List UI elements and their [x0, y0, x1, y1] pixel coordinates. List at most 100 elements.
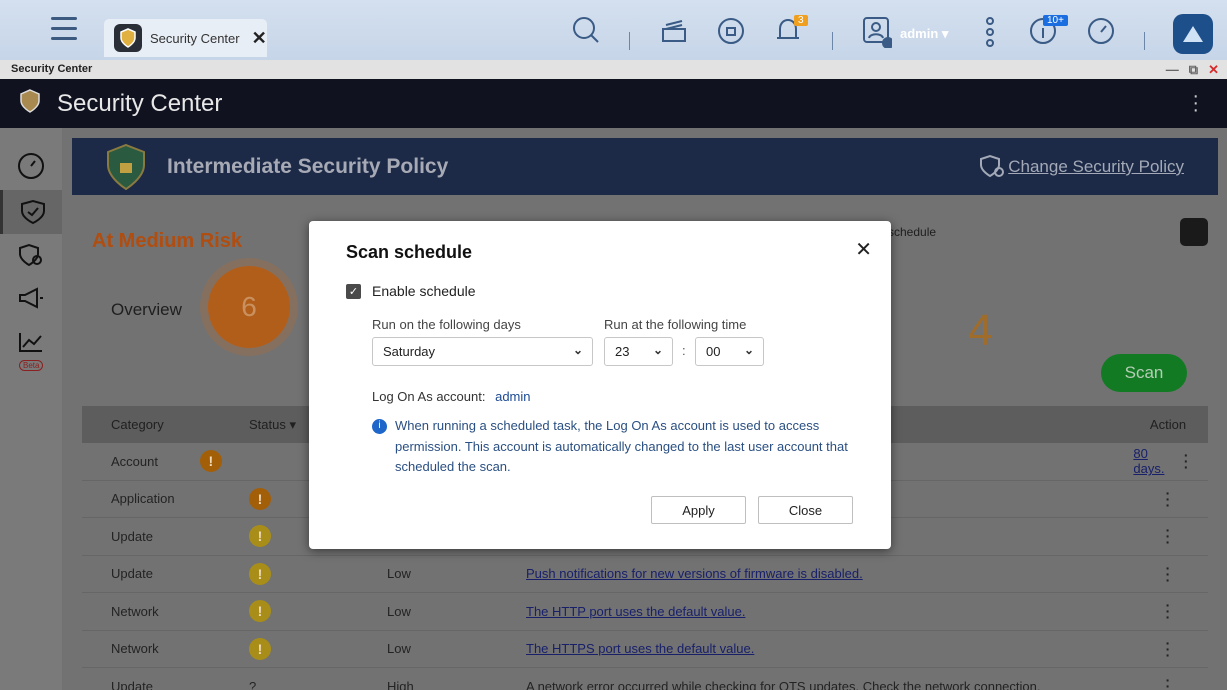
days-label: Run on the following days [372, 317, 521, 332]
row-category: Account [111, 453, 158, 469]
user-menu[interactable]: admin ▾ [900, 26, 948, 42]
sidebar-item-security-settings[interactable] [0, 234, 62, 278]
gauge-icon [18, 153, 44, 179]
row-description-link[interactable]: 80 days. [1133, 446, 1164, 476]
warning-icon: ! [249, 637, 271, 660]
row-action-menu-icon[interactable]: ··· [1128, 673, 1208, 690]
policy-name: Intermediate Security Policy [167, 154, 449, 178]
tab-close-icon[interactable]: ✕ [252, 28, 267, 49]
header-action: Action [1149, 417, 1187, 432]
row-category: Update [111, 528, 153, 544]
row-description-link[interactable]: Push notifications for new versions of f… [526, 566, 863, 581]
app-title: Security Center [57, 89, 223, 117]
row-category: Update [111, 566, 153, 582]
info-icon: i [372, 419, 387, 434]
row-action-menu-icon[interactable]: ··· [1128, 561, 1208, 587]
row-category: Application [111, 491, 175, 507]
more-options-icon[interactable] [984, 16, 996, 53]
row-action-menu-icon[interactable]: ··· [1164, 448, 1208, 474]
minute-select[interactable]: 00 ⌄ [695, 337, 764, 366]
warning-icon: ! [249, 525, 271, 548]
security-policy-banner: Intermediate Security Policy Change Secu… [72, 138, 1218, 195]
line-chart-icon [19, 333, 42, 352]
sidebar: Beta [0, 128, 62, 690]
security-center-app-icon [114, 24, 142, 52]
sidebar-item-reports[interactable] [0, 320, 62, 364]
day-select[interactable]: Saturday ⌄ [372, 337, 593, 366]
day-select-value: Saturday [383, 344, 436, 359]
chevron-down-icon: ⌄ [572, 343, 583, 357]
dialog-close-icon[interactable]: ✕ [855, 237, 872, 262]
row-description-link[interactable]: The HTTPS port uses the default value. [526, 641, 754, 656]
scan-button[interactable]: Scan [1101, 354, 1187, 392]
row-description-link[interactable]: The HTTP port uses the default value. [526, 604, 745, 619]
enable-schedule-label: Enable schedule [372, 283, 476, 299]
row-severity: Low [387, 603, 411, 619]
overview-label: Overview [111, 300, 182, 319]
main-menu-icon[interactable] [51, 17, 77, 45]
header-category: Category [111, 417, 164, 432]
search-icon[interactable] [572, 16, 600, 49]
warning-icon: ! [249, 600, 271, 623]
enable-schedule-checkbox[interactable]: ✓ Enable schedule [346, 283, 476, 299]
maximize-icon[interactable]: ⧉ [1189, 60, 1198, 79]
update-count-badge: 10+ [1043, 15, 1068, 26]
close-button[interactable]: Close [758, 496, 853, 524]
app-menu-icon[interactable]: · · · [1192, 86, 1199, 120]
row-action-menu-icon[interactable]: ··· [1128, 486, 1208, 512]
change-security-policy-link[interactable]: Change Security Policy [1008, 157, 1184, 177]
warning-icon: ! [249, 487, 271, 510]
divider [1144, 32, 1145, 50]
risk-level: At Medium Risk [92, 230, 243, 252]
secondary-count: 4 [968, 306, 993, 355]
chevron-down-icon: ⌄ [743, 343, 754, 357]
logon-account-row: Log On As account: admin [372, 389, 531, 404]
sidebar-item-notifications[interactable] [0, 276, 62, 320]
user-name: admin [900, 26, 939, 41]
minute-select-value: 00 [706, 344, 721, 359]
row-severity: High [387, 678, 414, 690]
hour-select-value: 23 [615, 344, 630, 359]
time-label: Run at the following time [604, 317, 747, 332]
table-row: Update! Low Push notifications for new ver… [82, 556, 1208, 593]
row-action-menu-icon[interactable]: ··· [1128, 523, 1208, 549]
notification-count-badge: 3 [794, 15, 808, 26]
status-loading-icon: ? [249, 678, 257, 690]
background-tasks-icon[interactable] [660, 16, 688, 49]
sync-icon[interactable] [716, 16, 746, 51]
divider [832, 32, 833, 50]
resource-monitor-icon[interactable] [1086, 16, 1116, 51]
nas-logo-icon[interactable] [1173, 14, 1213, 54]
sidebar-item-overview[interactable] [0, 144, 62, 188]
time-separator: : [682, 343, 686, 358]
row-category: Network [111, 641, 159, 657]
scan-schedule-dialog: Scan schedule ✕ ✓ Enable schedule Run on… [309, 221, 891, 549]
os-taskbar: Security Center ✕ 3 admin ▾ 10+ [0, 0, 1227, 60]
row-action-menu-icon[interactable]: ··· [1128, 598, 1208, 624]
user-icon[interactable] [862, 16, 894, 53]
beta-badge: Beta [19, 360, 44, 371]
logon-label: Log On As account: [372, 389, 486, 404]
window-title: Security Center [11, 63, 93, 75]
checkbox-checked-icon: ✓ [346, 283, 361, 299]
info-note: i When running a scheduled task, the Log… [372, 416, 852, 478]
apply-button[interactable]: Apply [651, 496, 746, 524]
security-center-logo-icon [19, 89, 41, 118]
warning-icon: ! [249, 562, 271, 585]
taskbar-tab-security-center[interactable]: Security Center ✕ [104, 19, 267, 57]
edit-schedule-button[interactable] [1180, 218, 1208, 246]
hour-select[interactable]: 23 ⌄ [604, 337, 673, 366]
shield-check-icon [20, 199, 45, 225]
warning-icon: ! [199, 450, 222, 473]
window-title-bar: Security Center — ⧉ ✕ [0, 60, 1227, 79]
minimize-icon[interactable]: — [1166, 60, 1179, 79]
window-close-icon[interactable]: ✕ [1208, 60, 1219, 79]
row-action-menu-icon[interactable]: ··· [1128, 636, 1208, 662]
sidebar-item-security-checkup[interactable] [0, 190, 62, 234]
row-description-link[interactable]: A network error occurred while checking … [526, 679, 1040, 690]
table-row: Network! Low The HTTP port uses the defaul… [82, 593, 1208, 631]
divider [629, 32, 630, 50]
table-row: Update? High A network error occurred whil… [82, 668, 1208, 690]
logon-account-value: admin [495, 389, 531, 404]
row-category: Network [111, 603, 159, 619]
